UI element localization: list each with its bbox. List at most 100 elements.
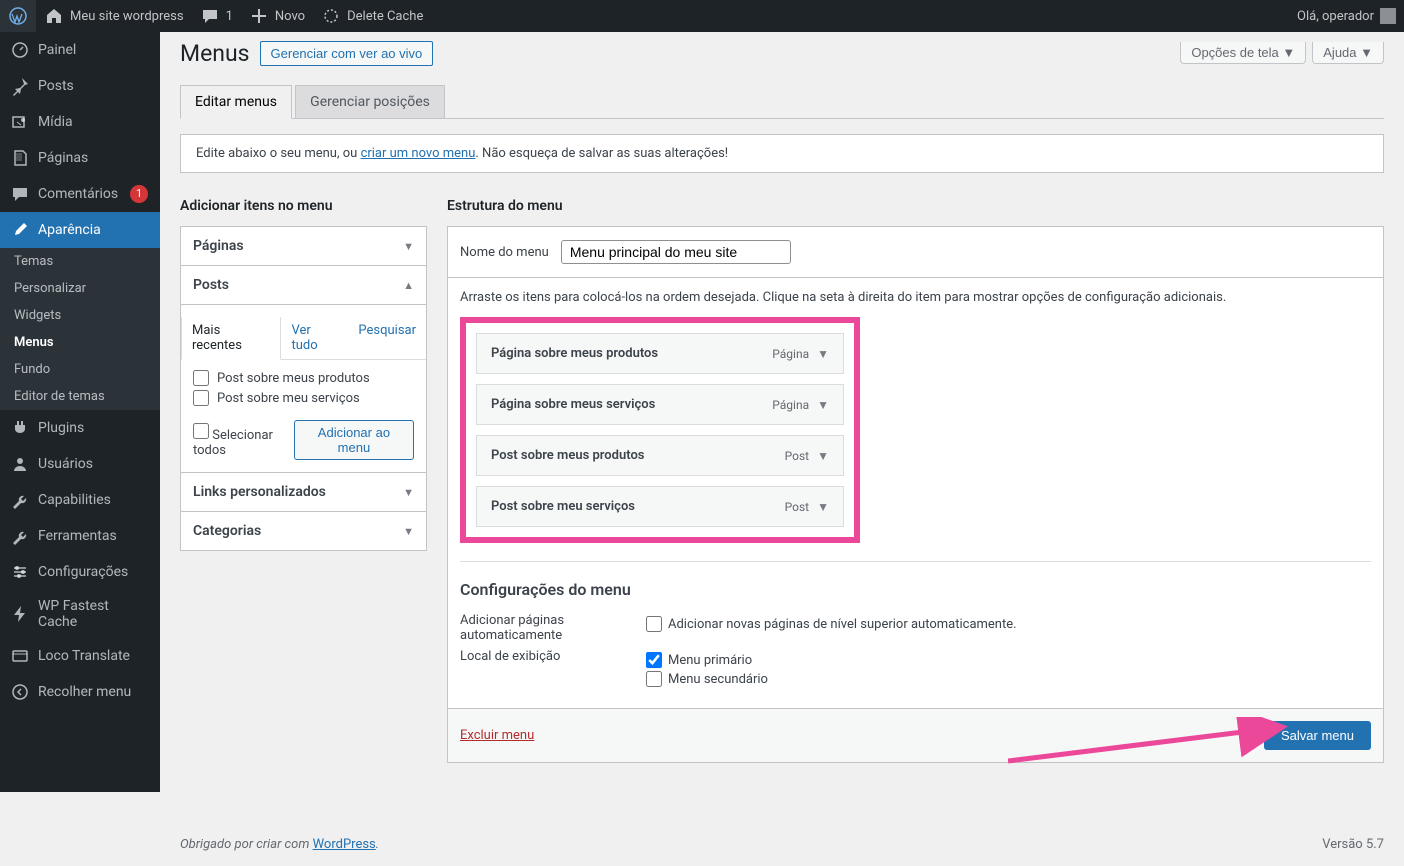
submenu: TemasPersonalizarWidgetsMenusFundoEditor… — [0, 248, 160, 410]
submenu-item-widgets[interactable]: Widgets — [0, 302, 160, 329]
menu-structure-item[interactable]: Post sobre meu serviçosPost ▼ — [476, 486, 844, 527]
sidebar-item-configurações[interactable]: Configurações — [0, 554, 160, 590]
media-icon — [10, 112, 30, 132]
sidebar-item-páginas[interactable]: Páginas — [0, 140, 160, 176]
pin-icon — [10, 76, 30, 96]
add-items-heading: Adicionar itens no menu — [180, 198, 427, 214]
globe-icon — [10, 646, 30, 666]
location-option[interactable]: Menu primário — [646, 652, 768, 668]
location-checkbox[interactable] — [646, 652, 662, 668]
menu-panel: Nome do menu Arraste os itens para coloc… — [447, 226, 1384, 763]
location-option[interactable]: Menu secundário — [646, 671, 768, 687]
create-menu-link[interactable]: criar um novo menu — [361, 146, 476, 161]
add-to-menu-button[interactable]: Adicionar ao menu — [294, 420, 414, 460]
submenu-item-menus[interactable]: Menus — [0, 329, 160, 356]
collapse-icon — [10, 682, 30, 702]
sidebar-item-aparência[interactable]: Aparência — [0, 212, 160, 248]
accordion-pages[interactable]: Páginas▼ — [180, 226, 427, 266]
dashboard-icon — [10, 40, 30, 60]
sidebar-item-loco-translate[interactable]: Loco Translate — [0, 638, 160, 674]
chevron-down-icon[interactable]: ▼ — [817, 398, 829, 412]
location-checkbox[interactable] — [646, 671, 662, 687]
version-label: Versão 5.7 — [1322, 837, 1384, 852]
chevron-down-icon[interactable]: ▼ — [817, 449, 829, 463]
sidebar-item-wp-fastest-cache[interactable]: WP Fastest Cache — [0, 590, 160, 638]
chevron-up-icon: ▲ — [403, 279, 414, 292]
menu-name-input[interactable] — [561, 240, 791, 264]
menu-structure-item[interactable]: Página sobre meus produtosPágina ▼ — [476, 333, 844, 374]
sidebar-item-ferramentas[interactable]: Ferramentas — [0, 518, 160, 554]
comment-icon — [10, 184, 30, 204]
menu-settings-heading: Configurações do menu — [460, 580, 1371, 599]
sidebar-item-painel[interactable]: Painel — [0, 32, 160, 68]
submenu-item-temas[interactable]: Temas — [0, 248, 160, 275]
chevron-down-icon: ▼ — [403, 486, 414, 499]
users-icon — [10, 454, 30, 474]
sidebar-item-recolher-menu[interactable]: Recolher menu — [0, 674, 160, 710]
arrow-annotation — [1008, 717, 1298, 765]
plugin-icon — [10, 418, 30, 438]
save-menu-button[interactable]: Salvar menu — [1264, 721, 1371, 750]
auto-add-checkbox[interactable] — [646, 616, 662, 632]
site-link[interactable]: Meu site wordpress — [36, 0, 192, 32]
subtab-search[interactable]: Pesquisar — [348, 317, 426, 359]
accordion-posts-head[interactable]: Posts▲ — [181, 266, 426, 305]
user-menu[interactable]: Olá, operador — [1289, 0, 1404, 32]
wrench-icon — [10, 526, 30, 546]
auto-add-option[interactable]: Adicionar novas páginas de nível superio… — [646, 616, 1017, 632]
comments-count: 1 — [226, 9, 233, 24]
subtab-recent[interactable]: Mais recentes — [181, 317, 281, 360]
post-item[interactable]: Post sobre meu serviços — [193, 390, 414, 406]
select-all-checkbox[interactable] — [193, 423, 209, 439]
delete-cache-link[interactable]: Delete Cache — [313, 0, 431, 32]
post-checkbox[interactable] — [193, 370, 209, 386]
accordion-links[interactable]: Links personalizados▼ — [180, 473, 427, 512]
new-link[interactable]: Novo — [241, 0, 313, 32]
plus-icon — [249, 6, 269, 26]
subtab-all[interactable]: Ver tudo — [281, 317, 348, 359]
submenu-item-personalizar[interactable]: Personalizar — [0, 275, 160, 302]
post-checkbox[interactable] — [193, 390, 209, 406]
manage-live-button[interactable]: Gerenciar com ver ao vivo — [260, 41, 434, 66]
posts-subtabs: Mais recentes Ver tudo Pesquisar — [181, 317, 426, 360]
sliders-icon — [10, 562, 30, 582]
wrench-icon — [10, 490, 30, 510]
admin-bar: Meu site wordpress 1 Novo Delete Cache O… — [0, 0, 1404, 32]
delete-cache-label: Delete Cache — [347, 9, 423, 24]
submenu-item-fundo[interactable]: Fundo — [0, 356, 160, 383]
wordpress-link[interactable]: WordPress — [313, 837, 376, 852]
sidebar-item-mídia[interactable]: Mídia — [0, 104, 160, 140]
delete-menu-link[interactable]: Excluir menu — [460, 728, 534, 743]
sidebar-item-usuários[interactable]: Usuários — [0, 446, 160, 482]
select-all[interactable]: Selecionar todos — [193, 423, 294, 458]
badge: 1 — [130, 185, 148, 203]
edit-notice: Edite abaixo o seu menu, ou criar um nov… — [180, 134, 1384, 173]
comments-link[interactable]: 1 — [192, 0, 241, 32]
submenu-item-editor-de-temas[interactable]: Editor de temas — [0, 383, 160, 410]
sidebar-item-comentários[interactable]: Comentários1 — [0, 176, 160, 212]
sidebar-item-posts[interactable]: Posts — [0, 68, 160, 104]
accordion-categories[interactable]: Categorias▼ — [180, 512, 427, 551]
menu-structure-item[interactable]: Página sobre meus serviçosPágina ▼ — [476, 384, 844, 425]
help-button[interactable]: Ajuda ▼ — [1312, 42, 1384, 64]
accordion-posts: Posts▲ Mais recentes Ver tudo Pesquisar … — [180, 266, 427, 473]
chevron-down-icon[interactable]: ▼ — [817, 500, 829, 514]
chevron-down-icon[interactable]: ▼ — [817, 347, 829, 361]
wp-logo[interactable] — [0, 0, 36, 32]
screen-options-button[interactable]: Opções de tela ▼ — [1180, 42, 1306, 64]
avatar — [1380, 8, 1396, 24]
menu-name-label: Nome do menu — [460, 245, 549, 260]
circle-icon — [321, 6, 341, 26]
bolt-icon — [10, 604, 30, 624]
menu-structure-item[interactable]: Post sobre meus produtosPost ▼ — [476, 435, 844, 476]
tab-manage-locations[interactable]: Gerenciar posições — [295, 85, 445, 118]
wordpress-icon — [8, 6, 28, 26]
sidebar-item-capabilities[interactable]: Capabilities — [0, 482, 160, 518]
page-title: Menus — [180, 40, 250, 67]
auto-add-label: Adicionar páginas automaticamente — [460, 613, 646, 643]
structure-heading: Estrutura do menu — [447, 198, 1384, 214]
footer: Obrigado por criar com WordPress. Versão… — [160, 823, 1404, 866]
tab-edit-menus[interactable]: Editar menus — [180, 85, 292, 119]
post-item[interactable]: Post sobre meus produtos — [193, 370, 414, 386]
sidebar-item-plugins[interactable]: Plugins — [0, 410, 160, 446]
